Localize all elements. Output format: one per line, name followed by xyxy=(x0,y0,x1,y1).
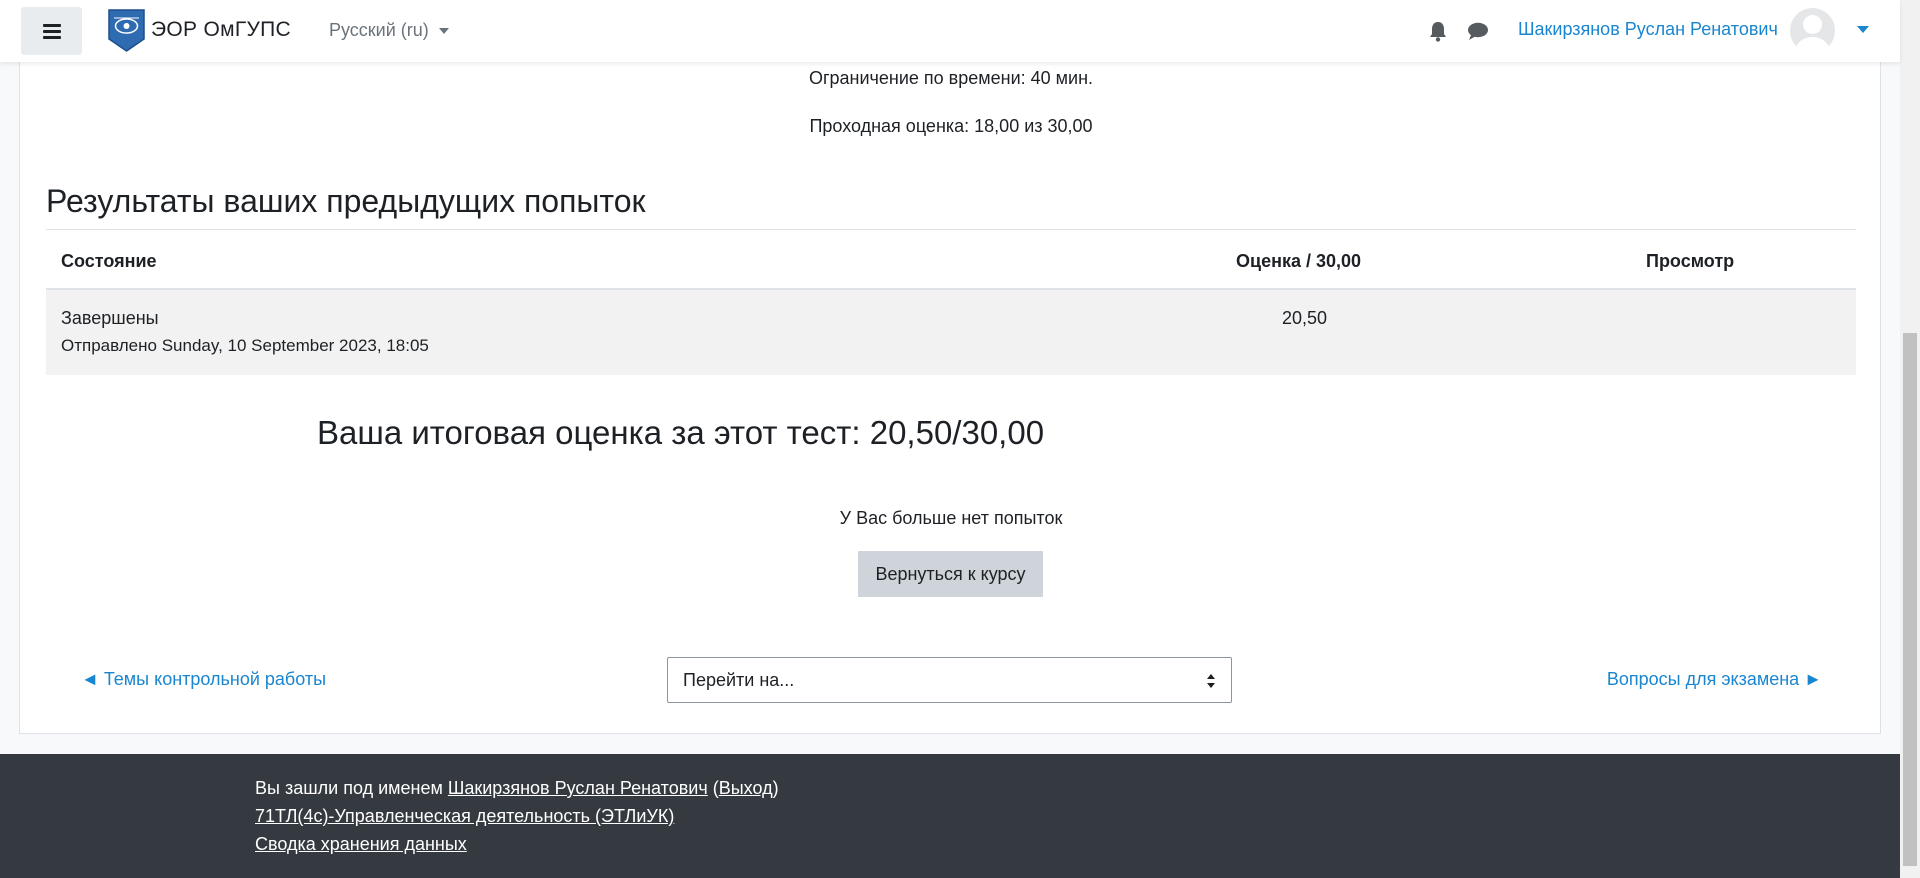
hamburger-icon xyxy=(42,23,61,39)
chat-icon[interactable] xyxy=(1467,22,1489,41)
attempts-heading: Результаты ваших предыдущих попыток xyxy=(46,183,646,219)
page-footer: Вы зашли под именем Шакирзянов Руслан Ре… xyxy=(0,754,1900,878)
logout-close-paren: ) xyxy=(772,778,779,798)
column-header-state: Состояние xyxy=(61,251,157,271)
select-arrows-icon xyxy=(1207,674,1215,688)
site-name: ЭОР ОмГУПС xyxy=(151,18,292,41)
user-menu-chevron-icon[interactable] xyxy=(1857,26,1869,33)
site-brand[interactable]: ЭОР ОмГУПС xyxy=(108,8,291,52)
language-label: Русский (ru) xyxy=(329,20,429,40)
pass-grade-text: Проходная оценка: 18,00 из 30,00 xyxy=(809,116,1093,136)
drawer-toggle-button[interactable] xyxy=(21,7,82,55)
column-header-review: Просмотр xyxy=(1646,251,1735,271)
page-scrollbar[interactable] xyxy=(1900,0,1920,878)
next-activity-link[interactable]: Вопросы для экзамена ► xyxy=(1607,669,1822,690)
table-header-row: Состояние Оценка / 30,00 Просмотр xyxy=(46,229,1856,290)
previous-activity-link[interactable]: ◄ Темы контрольной работы xyxy=(81,669,326,690)
logged-in-prefix: Вы зашли под именем xyxy=(255,778,443,798)
chevron-down-icon xyxy=(438,27,449,34)
data-retention-line: Сводка хранения данных xyxy=(255,834,467,855)
main-content-card: Ограничение по времени: 40 мин. Проходна… xyxy=(19,0,1881,734)
logout-link[interactable]: Выход xyxy=(719,778,773,798)
footer-profile-link[interactable]: Шакирзянов Руслан Ренатович xyxy=(448,778,708,798)
user-menu-name[interactable]: Шакирзянов Руслан Ренатович xyxy=(1518,19,1778,40)
scrollbar-thumb[interactable] xyxy=(1903,333,1917,866)
attempt-grade: 20,50 xyxy=(1282,308,1328,328)
user-avatar-icon[interactable] xyxy=(1790,8,1835,53)
attempt-submitted-date: Отправлено Sunday, 10 September 2023, 18… xyxy=(61,336,429,355)
jump-to-selected-value: Перейти на... xyxy=(683,670,795,690)
column-header-grade: Оценка / 30,00 xyxy=(1236,251,1362,271)
footer-course-link[interactable]: 71ТЛ(4с)-Управленческая деятельность (ЭТ… xyxy=(255,806,674,826)
back-to-course-button[interactable]: Вернуться к курсу xyxy=(858,551,1043,597)
data-retention-link[interactable]: Сводка хранения данных xyxy=(255,834,467,854)
time-limit-text: Ограничение по времени: 40 мин. xyxy=(808,68,1094,88)
logged-in-info: Вы зашли под именем Шакирзянов Руслан Ре… xyxy=(255,778,779,799)
bell-icon[interactable] xyxy=(1428,21,1448,42)
table-row: Завершены Отправлено Sunday, 10 Septembe… xyxy=(46,290,1856,375)
top-navbar: ЭОР ОмГУПС Русский (ru) Шакирзянов Русла… xyxy=(0,0,1900,62)
language-menu[interactable]: Русский (ru) xyxy=(329,20,449,41)
attempt-state: Завершены xyxy=(61,308,159,328)
jump-to-activity-select[interactable]: Перейти на... xyxy=(667,657,1232,703)
university-logo-icon xyxy=(108,8,145,52)
course-line: 71ТЛ(4с)-Управленческая деятельность (ЭТ… xyxy=(255,806,674,827)
no-more-attempts-text: У Вас больше нет попыток xyxy=(839,508,1063,528)
final-grade-heading: Ваша итоговая оценка за этот тест: 20,50… xyxy=(317,414,1045,451)
